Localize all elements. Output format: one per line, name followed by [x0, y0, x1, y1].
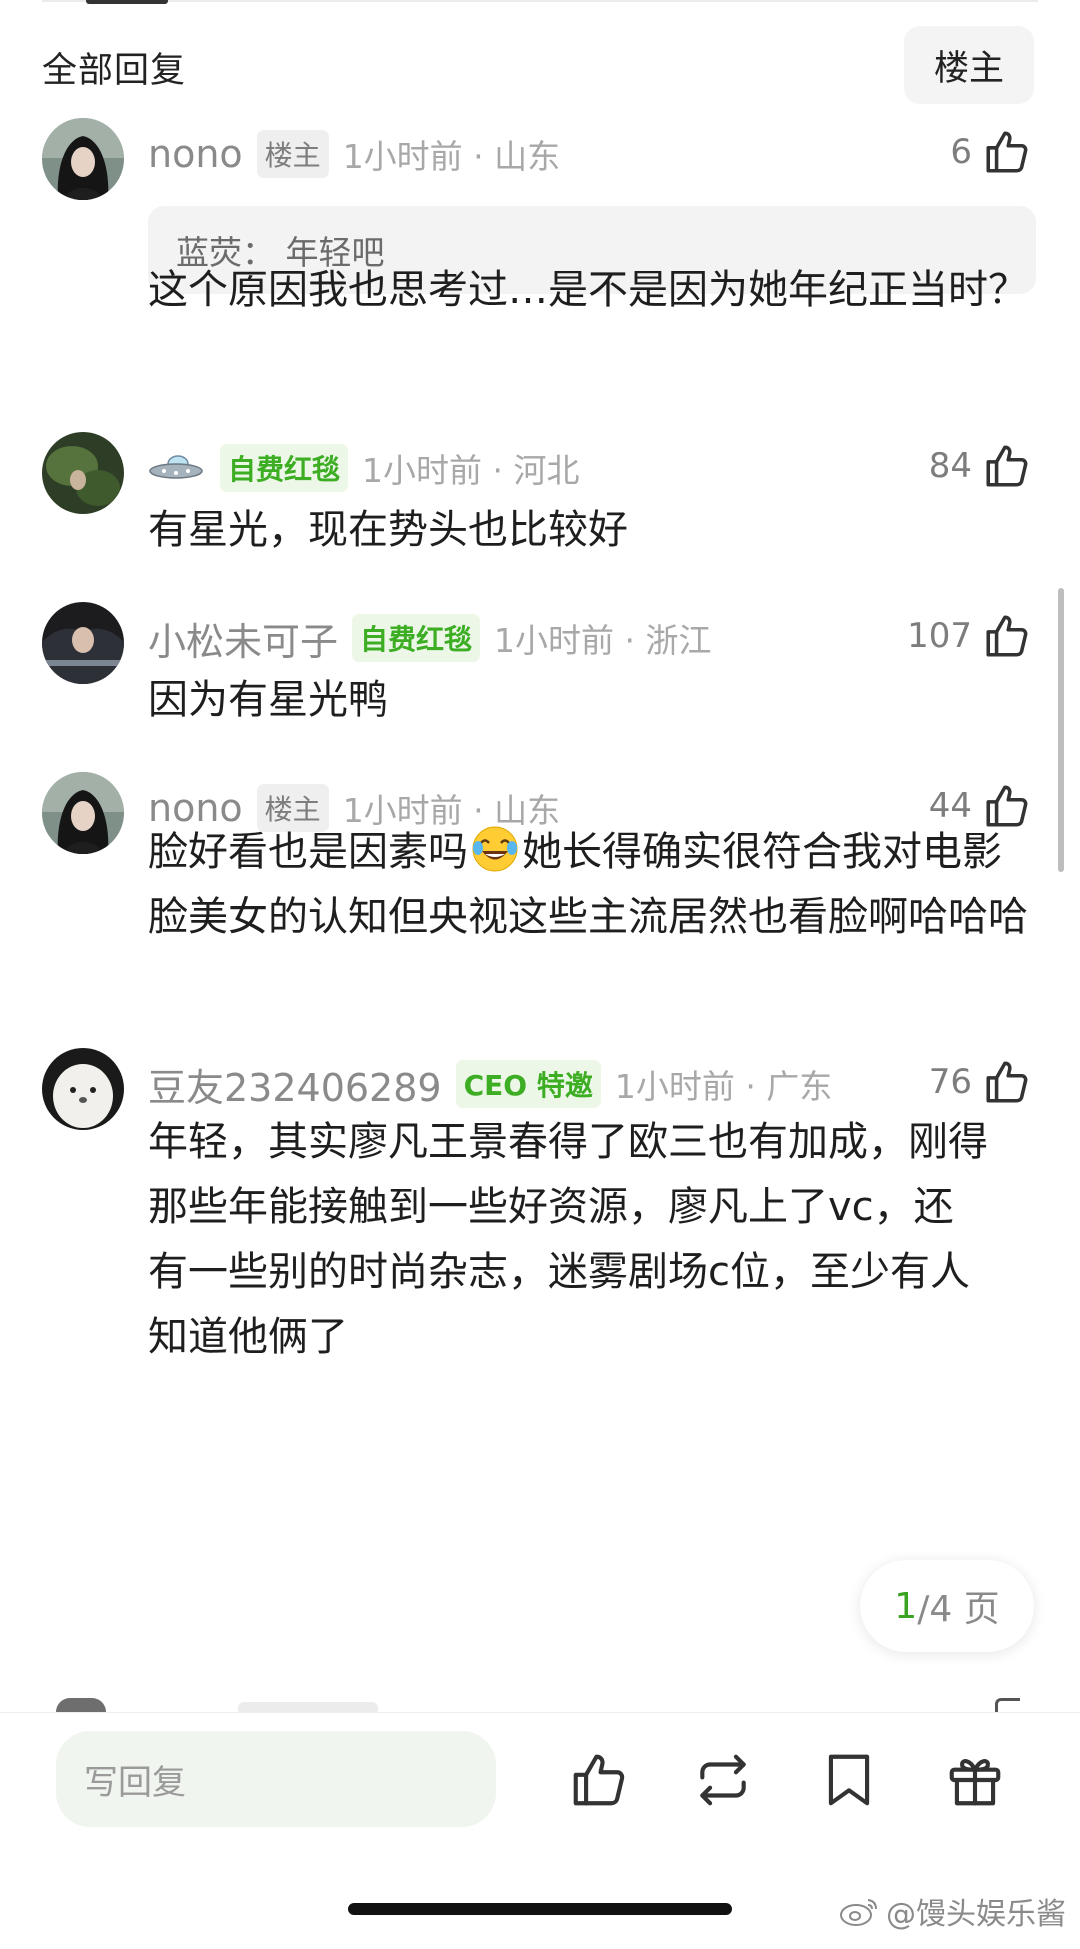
- like-count: 107: [907, 616, 972, 656]
- avatar[interactable]: [42, 772, 124, 854]
- owner-only-filter-button[interactable]: 楼主: [904, 26, 1034, 104]
- timestamp-location: 1小时前 · 广东: [614, 1067, 833, 1106]
- bottom-action-bar: 写回复 @馒头娱乐酱: [0, 1712, 1080, 1949]
- like-count: 6: [950, 132, 972, 172]
- bookmark-icon: [828, 1754, 870, 1806]
- watermark: @馒头娱乐酱: [838, 1889, 1066, 1933]
- username[interactable]: 小松未可子: [148, 611, 338, 666]
- thumbs-up-icon: [986, 1061, 1028, 1103]
- avatar[interactable]: [42, 1048, 124, 1130]
- next-comment-avatar-peek: [56, 1698, 106, 1712]
- like-icon: [573, 1754, 625, 1806]
- comment-text: 年轻，其实廖凡王景春得了欧三也有加成，刚得那些年能接触到一些好资源，廖凡上了vc…: [148, 1119, 988, 1360]
- comment-text: 因为有星光鸭: [148, 677, 388, 723]
- like-count: 76: [928, 1062, 972, 1102]
- like-button[interactable]: 84: [929, 436, 1032, 496]
- like-button[interactable]: 6: [950, 122, 1032, 182]
- replies-header: 全部回复 楼主: [0, 24, 1080, 108]
- tears-of-joy-emoji: [472, 826, 518, 872]
- home-indicator[interactable]: [348, 1903, 732, 1915]
- comment-meta: 自费红毯 1小时前 · 河北: [148, 440, 579, 496]
- comment-text: 脸好看也是因素吗 她长得确实很符合我对电影脸美女的认知但央视这些主流居然也看脸啊哈…: [148, 820, 1028, 950]
- current-page: 1: [894, 1585, 918, 1627]
- avatar[interactable]: [42, 602, 124, 684]
- comment-text: 这个原因我也思考过…是不是因为她年纪正当时？: [148, 267, 1028, 313]
- like-button[interactable]: 107: [907, 606, 1032, 666]
- avatar[interactable]: [42, 432, 124, 514]
- page-indicator[interactable]: 1/4 页: [860, 1560, 1034, 1652]
- owner-badge: 楼主: [256, 130, 329, 178]
- username[interactable]: nono: [148, 132, 243, 176]
- gift-button[interactable]: [944, 1749, 1006, 1811]
- reply-input[interactable]: 写回复: [56, 1731, 496, 1827]
- top-divider: [42, 0, 1038, 2]
- timestamp-location: 1小时前 · 河北: [362, 451, 580, 490]
- repost-button[interactable]: [692, 1749, 754, 1811]
- watermark-text: @馒头娱乐酱: [886, 1897, 1066, 1932]
- comment-meta: nono 楼主 1小时前 · 山东: [148, 126, 560, 182]
- thumbs-up-icon: [986, 131, 1028, 173]
- next-comment-badge-peek: [238, 1702, 378, 1712]
- comment-text-part: 脸好看也是因素吗: [148, 829, 468, 875]
- avatar[interactable]: [42, 118, 124, 200]
- comment-meta: 豆友232406289 CEO 特邀 1小时前 · 广东: [148, 1056, 832, 1112]
- scrollbar[interactable]: [1058, 588, 1064, 872]
- total-pages: /4 页: [917, 1589, 1000, 1630]
- ceo-invited-badge: CEO 特邀: [455, 1060, 601, 1108]
- all-replies-title: 全部回复: [42, 51, 187, 91]
- comment-meta: 小松未可子 自费红毯 1小时前 · 浙江: [148, 610, 712, 666]
- timestamp-location: 1小时前 · 山东: [342, 137, 561, 176]
- repost-icon: [700, 1754, 746, 1806]
- thumbs-up-icon: [986, 445, 1028, 487]
- like-count: 84: [928, 446, 972, 486]
- like-action-button[interactable]: [568, 1749, 630, 1811]
- like-button[interactable]: 76: [929, 1052, 1032, 1112]
- timestamp-location: 1小时前 · 浙江: [494, 621, 712, 660]
- red-carpet-badge: 自费红毯: [220, 444, 349, 492]
- ufo-icon: [149, 455, 203, 479]
- comment-text: 有星光，现在势头也比较好: [148, 507, 628, 553]
- tab-indicator: [86, 0, 168, 4]
- thumbs-up-icon: [986, 615, 1028, 657]
- weibo-logo-icon: [840, 1899, 877, 1926]
- bookmark-button[interactable]: [818, 1749, 880, 1811]
- username[interactable]: 豆友232406289: [148, 1057, 442, 1112]
- gift-icon: [949, 1759, 1001, 1806]
- red-carpet-badge: 自费红毯: [352, 614, 481, 662]
